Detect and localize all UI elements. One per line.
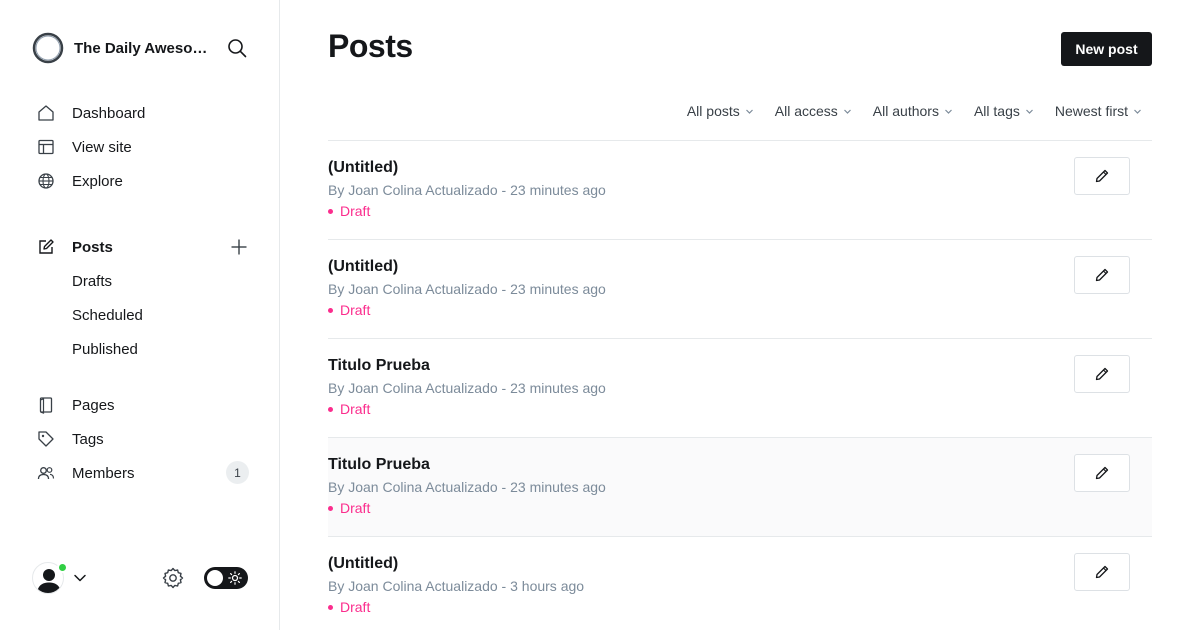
list-item[interactable]: (Untitled) By Joan Colina Actualizado - … (328, 141, 1152, 240)
sidebar-item-published[interactable]: Published (72, 337, 138, 361)
chevron-down-icon (1025, 109, 1033, 114)
status-label: Draft (340, 599, 371, 615)
sidebar-item-label: Explore (72, 172, 123, 190)
filter-label: All access (774, 103, 838, 119)
sidebar: The Daily Awesome Dashboard View site Ex… (0, 0, 280, 630)
sidebar-item-tags[interactable]: Tags (36, 427, 250, 451)
sidebar-item-label: Dashboard (72, 104, 146, 122)
status-dot (328, 308, 333, 313)
page-icon (36, 395, 56, 415)
page-title: Posts (328, 28, 413, 64)
sidebar-item-dashboard[interactable]: Dashboard (36, 101, 250, 125)
post-title[interactable]: (Untitled) (328, 258, 398, 276)
sidebar-item-scheduled[interactable]: Scheduled (72, 303, 143, 327)
pencil-icon (1095, 169, 1109, 183)
tag-icon (36, 429, 56, 449)
chevron-down-icon (1134, 109, 1141, 114)
pencil-icon (1095, 367, 1109, 381)
list-item[interactable]: (Untitled) By Joan Colina Actualizado - … (328, 240, 1152, 339)
sidebar-item-label: Pages (72, 396, 115, 414)
posts-list: (Untitled) By Joan Colina Actualizado - … (328, 140, 1152, 630)
sidebar-item-label: Tags (72, 430, 104, 448)
post-meta: By Joan Colina Actualizado - 23 minutes … (328, 479, 606, 495)
status-badge: Draft (328, 302, 370, 318)
theme-toggle[interactable] (204, 567, 248, 589)
post-title[interactable]: (Untitled) (328, 555, 398, 573)
sidebar-item-members[interactable]: Members (36, 461, 216, 485)
status-dot (328, 209, 333, 214)
post-meta: By Joan Colina Actualizado - 23 minutes … (328, 281, 606, 297)
sidebar-item-label: Members (72, 464, 135, 482)
add-post-icon[interactable] (228, 236, 250, 258)
post-meta: By Joan Colina Actualizado - 3 hours ago (328, 578, 585, 594)
pencil-square-icon (36, 237, 56, 257)
status-dot (328, 506, 333, 511)
status-dot (328, 605, 333, 610)
filter-label: All tags (973, 103, 1020, 119)
status-label: Draft (340, 302, 371, 318)
post-title[interactable]: Titulo Prueba (328, 456, 430, 474)
status-label: Draft (340, 500, 371, 516)
list-item[interactable]: Titulo Prueba By Joan Colina Actualizado… (328, 438, 1152, 537)
post-meta: By Joan Colina Actualizado - 23 minutes … (328, 182, 606, 198)
chevron-down-icon (745, 109, 753, 114)
sidebar-item-view-site[interactable]: View site (36, 135, 250, 159)
status-badge: Draft (328, 401, 370, 417)
edit-post-button[interactable] (1074, 157, 1130, 195)
home-icon (36, 103, 56, 123)
filter-tags-dropdown[interactable]: All tags (974, 103, 1034, 119)
site-name[interactable]: The Daily Awesome (74, 40, 214, 57)
status-badge: Draft (328, 500, 370, 516)
site-brand: The Daily Awesome (32, 32, 248, 64)
pencil-icon (1095, 565, 1109, 579)
chevron-down-icon[interactable] (73, 571, 87, 585)
status-badge: Draft (328, 203, 370, 219)
edit-post-button[interactable] (1074, 454, 1130, 492)
post-meta: By Joan Colina Actualizado - 23 minutes … (328, 380, 606, 396)
sidebar-item-pages[interactable]: Pages (36, 393, 250, 417)
pencil-icon (1095, 268, 1109, 282)
sidebar-item-explore[interactable]: Explore (36, 169, 250, 193)
status-label: Draft (340, 203, 371, 219)
new-post-button[interactable]: New post (1061, 32, 1152, 66)
sidebar-item-drafts[interactable]: Drafts (72, 269, 112, 293)
online-status-dot (57, 562, 68, 573)
post-title[interactable]: Titulo Prueba (328, 357, 430, 375)
list-item[interactable]: Titulo Prueba By Joan Colina Actualizado… (328, 339, 1152, 438)
globe-icon (36, 171, 56, 191)
filter-label: All posts (686, 103, 740, 119)
status-dot (328, 407, 333, 412)
pencil-icon (1095, 466, 1109, 480)
status-badge: Draft (328, 599, 370, 615)
chevron-down-icon (945, 109, 952, 114)
filter-label: All authors (872, 103, 939, 119)
filter-label: Newest first (1054, 103, 1128, 119)
filter-type-dropdown[interactable]: All posts (687, 103, 754, 119)
gear-icon[interactable] (161, 566, 185, 590)
filter-authors-dropdown[interactable]: All authors (873, 103, 953, 119)
sort-order-dropdown[interactable]: Newest first (1055, 103, 1142, 119)
chevron-down-icon (843, 109, 851, 114)
edit-post-button[interactable] (1074, 256, 1130, 294)
sidebar-item-posts[interactable]: Posts (36, 235, 216, 259)
edit-post-button[interactable] (1074, 355, 1130, 393)
members-icon (36, 463, 56, 483)
sidebar-item-label: Posts (72, 238, 113, 256)
layout-icon (36, 137, 56, 157)
toggle-knob (207, 570, 223, 586)
filter-access-dropdown[interactable]: All access (775, 103, 852, 119)
site-logo-icon[interactable] (32, 32, 64, 64)
members-count-badge: 1 (226, 461, 249, 484)
edit-post-button[interactable] (1074, 553, 1130, 591)
status-label: Draft (340, 401, 371, 417)
sun-icon (228, 571, 242, 585)
search-icon[interactable] (226, 37, 248, 59)
post-title[interactable]: (Untitled) (328, 159, 398, 177)
list-item[interactable]: (Untitled) By Joan Colina Actualizado - … (328, 537, 1152, 630)
sidebar-item-label: View site (72, 138, 132, 156)
filter-bar: All posts All access All authors All tag… (666, 100, 1142, 122)
